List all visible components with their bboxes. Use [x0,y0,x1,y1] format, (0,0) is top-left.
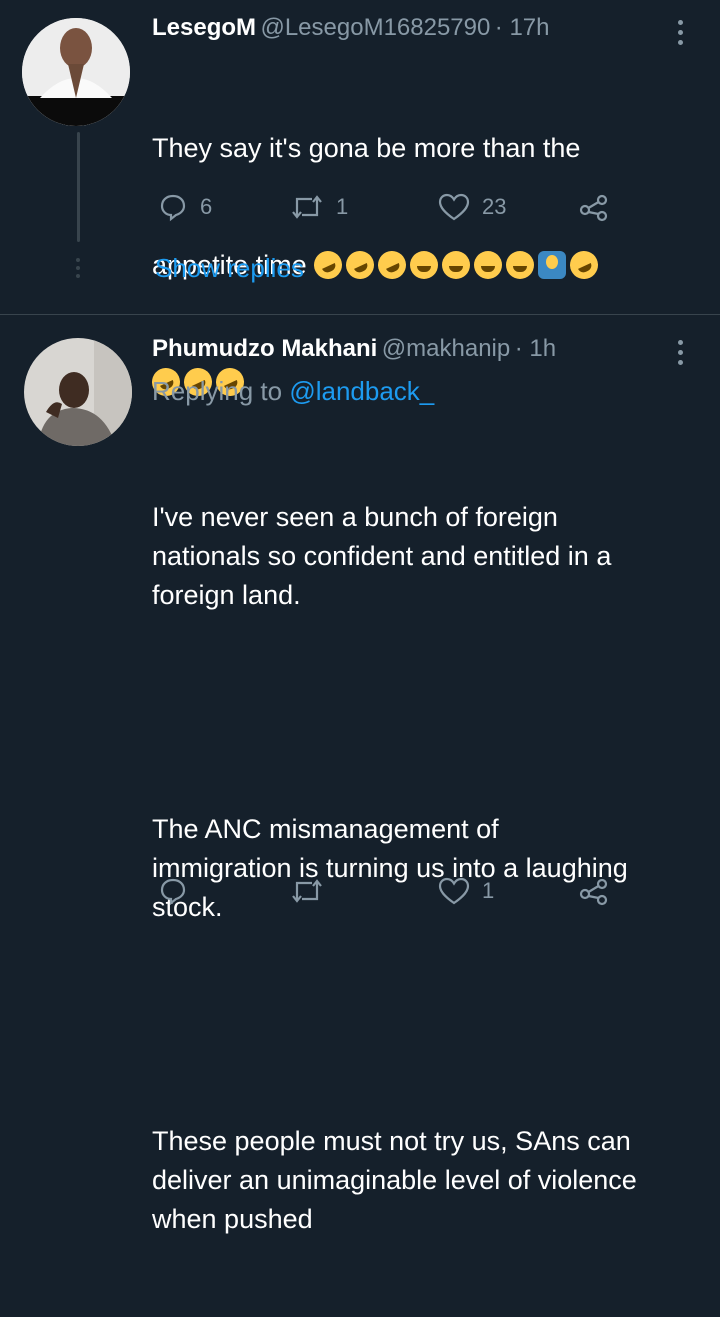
person-gesturing-ok-icon [538,251,567,279]
retweet-icon [292,195,322,219]
divider [0,314,720,315]
like-count: 1 [482,878,495,903]
share-icon [579,878,608,906]
show-replies-link[interactable]: Show replies [155,253,304,284]
tweet-text-line1: They say it's gona be more than the [152,133,581,163]
face-with-tears-of-joy-icon [506,251,535,279]
avatar-image [24,338,132,446]
rolling-on-floor-laughing-icon [565,246,603,284]
reply-button[interactable]: 6 [158,192,212,222]
replying-to: Replying to @landback_ [152,376,434,407]
share-button[interactable] [578,876,610,906]
thread-line [77,132,80,242]
avatar-lesegom[interactable] [22,18,130,126]
reply-count: 6 [200,194,213,219]
heart-icon [438,193,470,221]
replying-to-handle-link[interactable]: @landback_ [289,376,434,406]
avatar-phumudzo[interactable] [24,338,132,446]
display-name[interactable]: LesegoM [152,14,256,41]
face-with-tears-of-joy-icon [474,251,503,279]
like-button[interactable]: 1 [438,876,494,906]
replying-to-label: Replying to [152,376,283,406]
rolling-on-floor-laughing-icon [309,246,347,284]
retweet-button[interactable]: 1 [290,192,348,222]
retweet-button[interactable] [290,876,336,906]
like-count: 23 [482,194,507,219]
share-icon [579,194,608,222]
reply-icon [160,878,186,906]
more-options-icon[interactable] [678,340,683,365]
retweet-icon [292,879,322,903]
heart-icon [438,877,470,905]
face-with-tears-of-joy-icon [410,251,439,279]
tweet-paragraph-2: The ANC mismanagement of immigration is … [152,814,628,922]
timestamp[interactable]: · 17h [495,14,550,41]
tweet-header: Phumudzo Makhani @makhanip · 1h [152,335,556,363]
rolling-on-floor-laughing-icon [341,246,379,284]
tweet-paragraph-1: I've never seen a bunch of foreign natio… [152,502,612,610]
retweet-count: 1 [336,194,349,219]
reply-icon [160,194,186,222]
emoji-row-1 [309,246,603,284]
tweet-paragraph-3: These people must not try us, SAns can d… [152,1126,637,1234]
avatar-image [22,18,130,126]
rolling-on-floor-laughing-icon [373,246,411,284]
face-with-tears-of-joy-icon [442,251,471,279]
reply-button[interactable] [158,876,200,906]
tweet-text: I've never seen a bunch of foreign natio… [152,420,702,1317]
tweet-header: LesegoM @LesegoM16825790 · 17h [152,14,550,42]
display-name[interactable]: Phumudzo Makhani [152,335,377,362]
more-options-icon[interactable] [678,20,683,45]
share-button[interactable] [578,192,610,222]
thread-dots [75,258,81,278]
user-handle[interactable]: @makhanip [382,335,510,362]
user-handle[interactable]: @LesegoM16825790 [260,14,490,41]
timestamp[interactable]: · 1h [515,335,556,362]
like-button[interactable]: 23 [438,192,506,222]
